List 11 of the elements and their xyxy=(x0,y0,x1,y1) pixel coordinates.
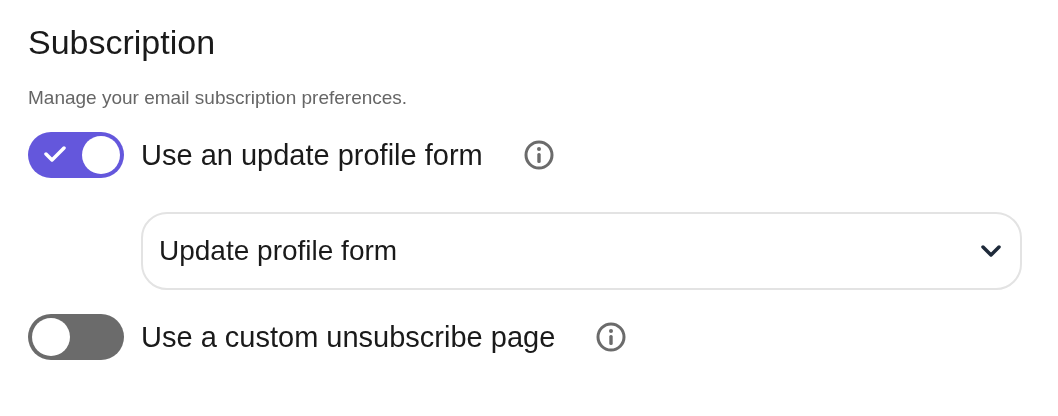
chevron-down-icon xyxy=(980,244,1002,258)
toggle-switch[interactable] xyxy=(28,132,124,178)
section-title: Subscription xyxy=(28,22,217,63)
section-description: Manage your email subscription preferences. xyxy=(28,86,409,110)
info-icon[interactable] xyxy=(595,321,628,353)
toggle-label: Use a custom unsubscribe page xyxy=(141,320,556,354)
form-dropdown[interactable]: Update profile form xyxy=(141,212,1022,290)
checkmark-icon xyxy=(44,145,66,163)
info-icon[interactable] xyxy=(522,139,555,171)
toggle-label: Use an update profile form xyxy=(141,138,483,172)
toggle-switch[interactable] xyxy=(28,314,124,360)
